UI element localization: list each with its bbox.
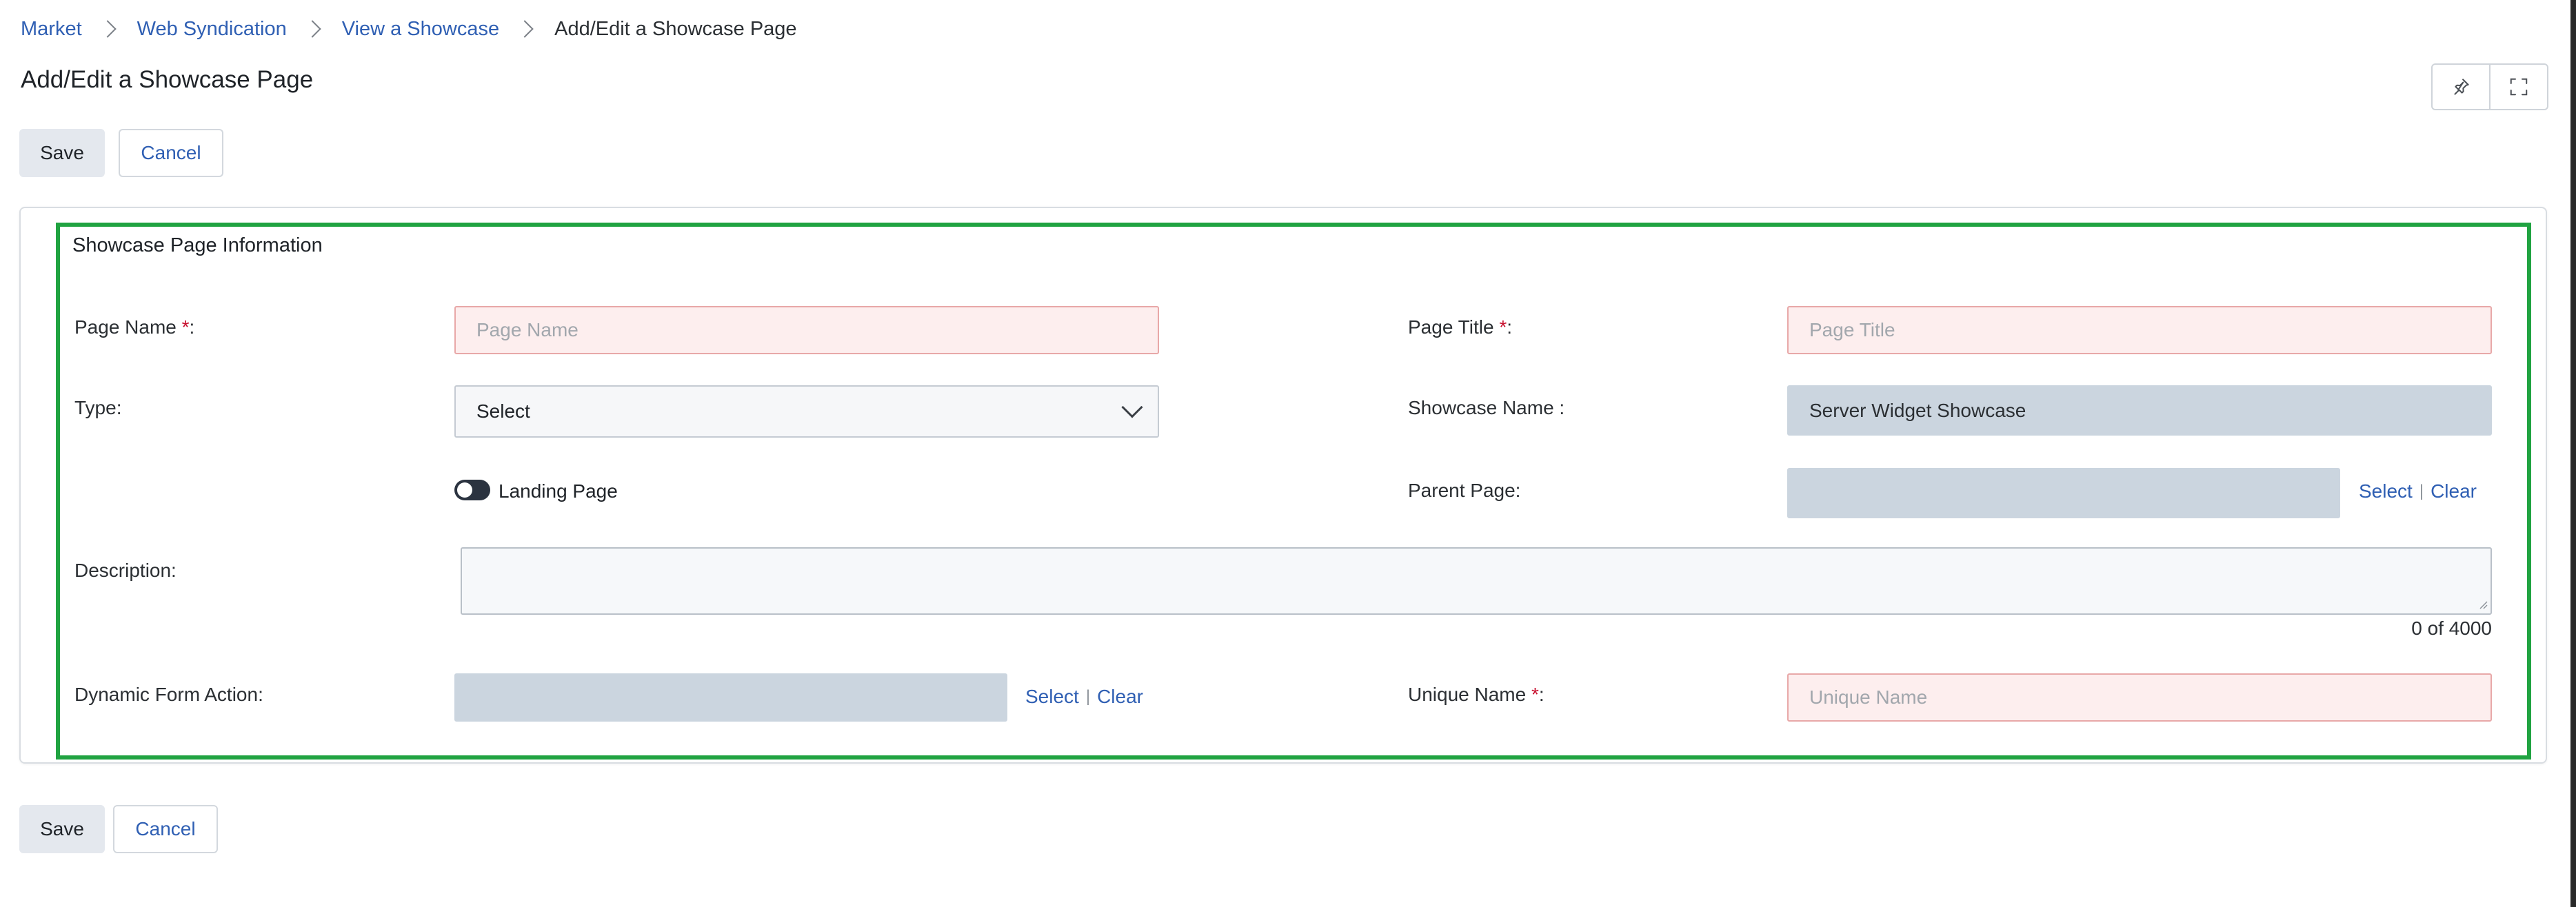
type-select[interactable]: Select: [454, 385, 1159, 438]
page-title: Add/Edit a Showcase Page: [21, 66, 314, 93]
dynamic-form-action-field: [454, 673, 1007, 722]
unique-name-input[interactable]: Unique Name: [1787, 673, 2492, 722]
breadcrumb-link-view-showcase[interactable]: View a Showcase: [342, 18, 499, 41]
window-edge: [2570, 0, 2576, 907]
dynamic-form-action-clear-link[interactable]: Clear: [1097, 686, 1143, 708]
cancel-button[interactable]: Cancel: [119, 129, 223, 177]
parent-page-clear-link[interactable]: Clear: [2431, 480, 2477, 502]
page-title-placeholder: Page Title: [1809, 319, 1895, 340]
type-select-value: Select: [476, 400, 530, 422]
section-title: Showcase Page Information: [72, 234, 323, 256]
save-button[interactable]: Save: [19, 129, 105, 177]
page-name-input[interactable]: Page Name: [454, 306, 1159, 354]
description-textarea[interactable]: [461, 547, 2492, 615]
dynamic-form-action-actions: Select | Clear: [1025, 686, 1143, 708]
landing-page-toggle[interactable]: [454, 480, 490, 500]
fullscreen-icon: [2510, 78, 2528, 96]
showcase-name-field: Server Widget Showcase: [1787, 385, 2492, 436]
fullscreen-button[interactable]: [2489, 65, 2547, 109]
showcase-name-label: Showcase Name :: [1408, 397, 1565, 418]
parent-page-select-link[interactable]: Select: [2359, 480, 2413, 502]
pin-button[interactable]: [2433, 65, 2489, 109]
separator: |: [2419, 482, 2424, 500]
breadcrumb-current: Add/Edit a Showcase Page: [554, 17, 797, 40]
dynamic-form-action-label: Dynamic Form Action:: [74, 684, 263, 705]
chevron-right-icon: [303, 20, 321, 38]
cancel-button-bottom[interactable]: Cancel: [113, 805, 218, 853]
breadcrumb-link-market[interactable]: Market: [21, 18, 82, 41]
breadcrumb: Market Web Syndication View a Showcase A…: [21, 15, 797, 43]
breadcrumb-link-web-syndication[interactable]: Web Syndication: [137, 18, 287, 41]
chevron-right-icon: [516, 20, 534, 38]
dynamic-form-action-select-link[interactable]: Select: [1025, 686, 1079, 708]
description-label: Description:: [74, 560, 177, 581]
toggle-knob: [457, 482, 472, 498]
parent-page-actions: Select | Clear: [2359, 480, 2477, 502]
chevron-right-icon: [98, 20, 117, 38]
parent-page-field: [1787, 468, 2340, 518]
page-name-label: Page Name *:: [74, 316, 195, 338]
separator: |: [1085, 687, 1091, 706]
required-marker: *: [181, 316, 190, 338]
page-name-placeholder: Page Name: [476, 319, 578, 340]
page-title-label: Page Title *:: [1408, 316, 1512, 338]
required-marker: *: [1531, 684, 1539, 705]
showcase-name-value: Server Widget Showcase: [1809, 399, 2026, 421]
pin-icon: [2454, 79, 2469, 95]
type-label: Type:: [74, 397, 122, 418]
unique-name-label: Unique Name *:: [1408, 684, 1544, 705]
unique-name-placeholder: Unique Name: [1809, 686, 1928, 708]
landing-page-label: Landing Page: [499, 480, 618, 502]
parent-page-label: Parent Page:: [1408, 480, 1521, 501]
save-button-bottom[interactable]: Save: [19, 805, 105, 853]
page-title-input[interactable]: Page Title: [1787, 306, 2492, 354]
chevron-down-icon: [1121, 396, 1143, 418]
resize-grip-icon[interactable]: [2478, 600, 2488, 609]
description-char-counter: 0 of 4000: [2411, 618, 2492, 639]
required-marker: *: [1499, 316, 1507, 338]
page-tools: [2431, 63, 2548, 110]
